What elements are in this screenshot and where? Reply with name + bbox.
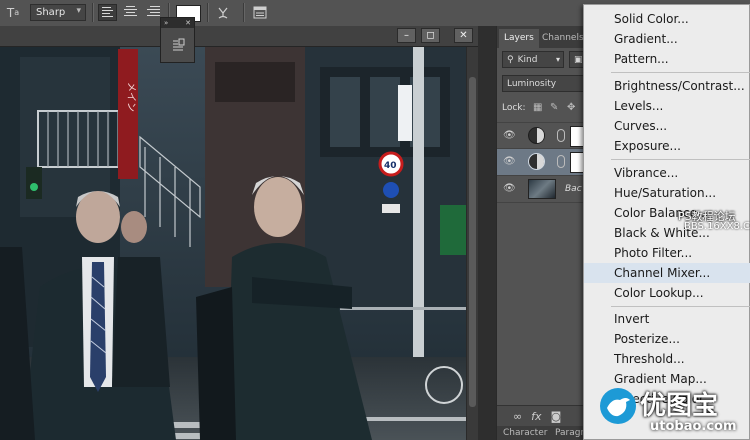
layer-thumbnail [528,179,556,199]
menu-item-pattern[interactable]: Pattern... [584,49,750,69]
divider [92,3,94,22]
antialias-value: Sharp [36,7,66,18]
tab-layers[interactable]: Layers [499,29,539,48]
add-mask-icon[interactable]: ◙ [551,410,562,423]
panel-gutter [478,26,496,440]
align-center-button[interactable] [121,4,140,21]
menu-divider [611,306,750,307]
menu-item-invert[interactable]: Invert [584,309,750,329]
street-photo: メイン 40 [0,47,466,440]
layers-panel: Layers Channels ⚲ Kind ▾ ▣ Luminosity Lo… [496,26,601,440]
divider [207,3,209,22]
filter-kind-value: Kind [517,54,538,65]
eye-icon[interactable]: 👁 [503,183,519,195]
lock-paint-icon[interactable]: ✎ [550,102,558,113]
expand-panels-button[interactable]: » [164,18,168,28]
collapsed-panel-header: » ✕ [161,18,194,28]
menu-item-vibrance[interactable]: Vibrance... [584,163,750,183]
minimize-button[interactable]: – [397,28,416,43]
link-icon[interactable] [557,155,565,168]
eye-icon[interactable]: 👁 [503,130,519,142]
minimize-glyph: – [404,30,409,41]
layer-row[interactable]: 👁 [497,122,597,149]
watermark-logo-url: utobao.com [650,419,737,434]
close-button[interactable]: ✕ [454,28,473,43]
speed-sign-text: 40 [384,161,397,171]
svg-text:メイン: メイン [125,82,136,112]
menu-divider [611,72,750,73]
menu-item-solid-color[interactable]: Solid Color... [584,9,750,29]
menu-item-levels[interactable]: Levels... [584,96,750,116]
menu-item-photo-filter[interactable]: Photo Filter... [584,243,750,263]
layer-row[interactable]: 👁 Bac [497,176,597,203]
menu-item-brightness-contrast[interactable]: Brightness/Contrast... [584,76,750,96]
menu-item-exposure[interactable]: Exposure... [584,136,750,156]
watermark-forum-url: BBS.16XX8.COM [684,221,750,232]
lock-move-icon[interactable]: ✥ [567,102,575,113]
blend-mode-value: Luminosity [507,78,557,89]
menu-item-threshold[interactable]: Threshold... [584,349,750,369]
fx-icon[interactable]: fx [531,410,541,423]
link-layers-icon[interactable]: ∞ [513,410,522,423]
menu-divider [611,159,750,160]
layers-panel-footer: ∞ fx ◙ [497,405,597,426]
watermark-logo-text: 优图宝 [640,391,719,421]
align-left-button[interactable] [98,4,117,21]
divider [243,3,245,22]
document-window-header: – ◻ ✕ [0,26,478,47]
chevron-down-icon: ▾ [76,6,81,16]
layer-name: Bac [565,184,582,194]
text-tool-glyph: T [6,5,15,20]
maximize-glyph: ◻ [426,30,435,41]
adjustment-layer-icon [528,127,545,144]
search-icon: ⚲ [507,54,514,65]
link-icon[interactable] [557,129,565,142]
watermark-logo: 优图宝 utobao.com [598,384,750,440]
blend-mode-select[interactable]: Luminosity [502,75,584,92]
eye-icon[interactable]: 👁 [503,156,519,168]
menu-item-curves[interactable]: Curves... [584,116,750,136]
close-panel-button[interactable]: ✕ [185,18,191,28]
antialias-select[interactable]: Sharp ▾ [30,4,86,21]
warp-text-icon[interactable] [214,4,232,21]
menu-item-channel-mixer[interactable]: Channel Mixer... [584,263,750,283]
tab-character[interactable]: Character [503,428,547,438]
layer-row[interactable]: 👁 [497,149,597,176]
lock-transparent-icon[interactable]: ▦ [533,102,542,113]
character-styles-icon[interactable] [161,28,194,62]
adjustment-layer-icon [528,153,545,170]
lock-label: Lock: [502,103,526,113]
bottom-panel-tabs: Character Paragraph [497,426,601,440]
maximize-button[interactable]: ◻ [421,28,440,43]
menu-item-gradient[interactable]: Gradient... [584,29,750,49]
text-orientation-icon[interactable]: Ta [4,4,22,21]
menu-item-posterize[interactable]: Posterize... [584,329,750,349]
panel-tabs: Layers Channels [497,26,597,48]
layer-filter-select[interactable]: ⚲ Kind ▾ [502,51,564,68]
menu-item-hue-saturation[interactable]: Hue/Saturation... [584,183,750,203]
chevron-down-icon: ▾ [555,55,560,64]
collapsed-panel: » ✕ [160,17,195,63]
menu-item-color-lookup[interactable]: Color Lookup... [584,283,750,303]
scrollbar-thumb[interactable] [469,77,476,407]
document-canvas[interactable]: メイン 40 [0,47,466,440]
tab-channels[interactable]: Channels [537,29,589,48]
close-glyph: ✕ [459,30,468,41]
character-panel-icon[interactable] [251,4,269,21]
